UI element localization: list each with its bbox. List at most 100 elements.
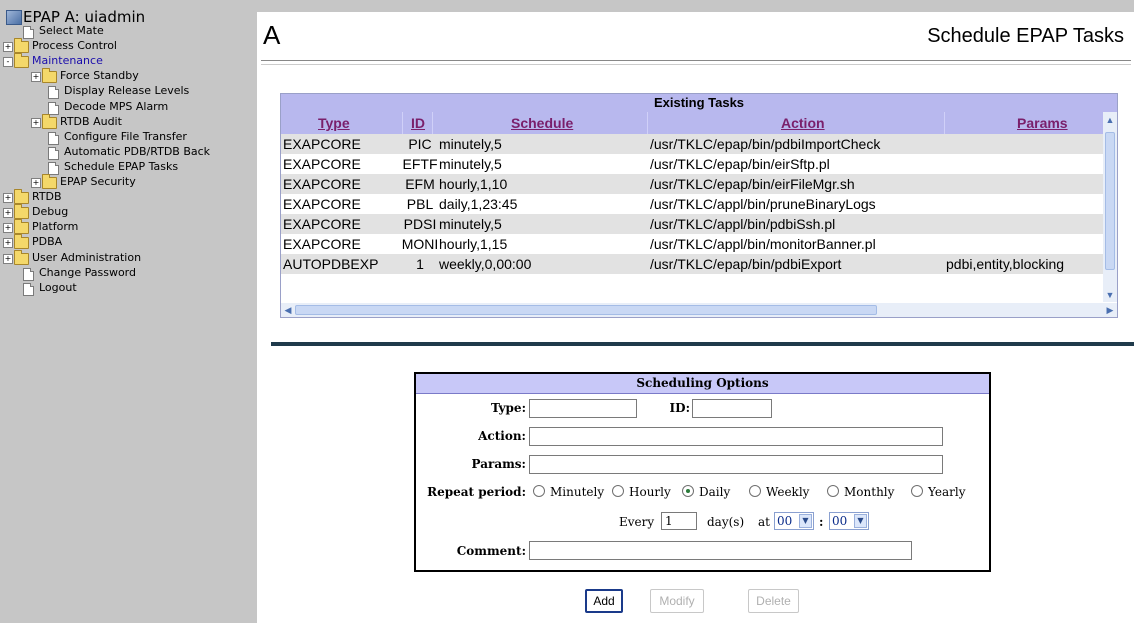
sidebar-item-label: Automatic PDB/RTDB Back <box>64 144 211 158</box>
minute-select[interactable]: 00 ▼ <box>829 512 869 530</box>
sidebar-item-label: RTDB Audit <box>60 114 122 128</box>
expand-icon[interactable]: + <box>3 208 13 219</box>
column-header-type[interactable]: Type <box>318 115 350 131</box>
sidebar-item-maintenance[interactable]: - Maintenance <box>0 53 257 69</box>
at-label: at <box>758 515 770 529</box>
sidebar-item-force-standby[interactable]: + Force Standby <box>0 68 257 84</box>
type-input[interactable] <box>529 399 637 418</box>
hour-select[interactable]: 00 ▼ <box>774 512 814 530</box>
sidebar-item-rtdb-audit[interactable]: + RTDB Audit <box>0 113 257 129</box>
sidebar-item-process-control[interactable]: + Process Control <box>0 38 257 54</box>
radio-circle-icon[interactable] <box>533 485 545 497</box>
sidebar-item-user-administration[interactable]: + User Administration <box>0 249 257 265</box>
radio-label: Monthly <box>844 485 895 499</box>
column-header-schedule[interactable]: Schedule <box>511 115 573 131</box>
cell-type: EXAPCORE <box>283 136 361 152</box>
column-separator <box>432 112 433 134</box>
radio-circle-icon[interactable] <box>749 485 761 497</box>
chevron-down-icon[interactable]: ▼ <box>799 514 812 528</box>
scheduling-options-title: Scheduling Options <box>416 374 989 394</box>
cell-schedule: minutely,5 <box>439 136 502 152</box>
cell-type: EXAPCORE <box>283 176 361 192</box>
scroll-left-icon[interactable]: ◀ <box>281 305 295 316</box>
table-row[interactable]: EXAPCORE EFM hourly,1,10/usr/TKLC/epap/bin… <box>281 174 1110 194</box>
scroll-up-icon[interactable]: ▲ <box>1103 115 1117 125</box>
table-row[interactable]: EXAPCORE PIC minutely,5/usr/TKLC/epap/bin/… <box>281 134 1110 154</box>
expand-icon[interactable]: + <box>3 238 13 249</box>
table-row[interactable]: EXAPCORE PBL daily,1,23:45/usr/TKLC/appl/b… <box>281 194 1110 214</box>
cell-action: /usr/TKLC/epap/bin/eirSftp.pl <box>650 156 830 172</box>
radio-circle-icon[interactable] <box>827 485 839 497</box>
sidebar-item-platform[interactable]: + Platform <box>0 219 257 235</box>
folder-icon <box>14 204 29 220</box>
type-label: Type: <box>490 401 526 415</box>
epap-letter: A <box>263 20 281 50</box>
collapse-icon[interactable]: - <box>3 57 13 68</box>
expand-icon[interactable]: + <box>3 42 13 53</box>
every-input[interactable] <box>661 512 697 530</box>
expand-icon[interactable]: + <box>3 253 13 264</box>
folder-icon <box>42 68 57 84</box>
sidebar-item-configure-file-transfer[interactable]: Configure File Transfer <box>0 130 257 145</box>
radio-monthly[interactable]: Monthly <box>827 485 894 499</box>
expand-icon[interactable]: + <box>3 193 13 204</box>
id-input[interactable] <box>692 399 772 418</box>
radio-label: Weekly <box>766 485 810 499</box>
vertical-scrollbar[interactable]: ▲ ▼ <box>1103 112 1117 302</box>
comment-input[interactable] <box>529 541 912 560</box>
radio-daily[interactable]: Daily <box>682 485 730 499</box>
folder-icon <box>42 113 57 129</box>
cell-action: /usr/TKLC/appl/bin/monitorBanner.pl <box>650 236 876 252</box>
radio-circle-icon[interactable] <box>911 485 923 497</box>
chevron-down-icon[interactable]: ▼ <box>854 514 867 528</box>
sidebar-item-schedule-epap-tasks[interactable]: Schedule EPAP Tasks <box>0 160 257 175</box>
cell-id: PIC <box>408 136 432 152</box>
expand-icon[interactable]: + <box>31 117 41 128</box>
radio-weekly[interactable]: Weekly <box>749 485 809 499</box>
table-row[interactable]: EXAPCORE EFTF minutely,5/usr/TKLC/epap/bin… <box>281 154 1110 174</box>
folder-icon <box>42 174 57 189</box>
scroll-down-icon[interactable]: ▼ <box>1103 290 1117 300</box>
sidebar-item-select-mate[interactable]: Select Mate <box>0 24 257 39</box>
table-row[interactable]: EXAPCORE MONI hourly,1,15/usr/TKLC/appl/bi… <box>281 234 1110 254</box>
sidebar-item-rtdb[interactable]: + RTDB <box>0 189 257 205</box>
horizontal-scrollbar[interactable]: ◀ ▶ <box>281 303 1117 317</box>
column-header-id[interactable]: ID <box>411 115 425 131</box>
sidebar-item-display-release-levels[interactable]: Display Release Levels <box>0 84 257 100</box>
sidebar-item-decode-mps-alarm[interactable]: Decode MPS Alarm <box>0 100 257 115</box>
scroll-right-icon[interactable]: ▶ <box>1103 305 1117 316</box>
params-input[interactable] <box>529 455 943 474</box>
expand-icon[interactable]: + <box>3 223 13 234</box>
radio-circle-icon[interactable] <box>682 485 694 497</box>
sidebar-item-pdba[interactable]: + PDBA <box>0 234 257 250</box>
column-header-action[interactable]: Action <box>781 115 825 131</box>
radio-circle-icon[interactable] <box>612 485 624 497</box>
vertical-scroll-thumb[interactable] <box>1105 132 1115 270</box>
expand-icon[interactable]: + <box>31 178 41 188</box>
modify-button[interactable]: Modify <box>650 589 704 613</box>
sidebar-item-label: RTDB <box>32 190 62 204</box>
sidebar-item-logout[interactable]: Logout <box>0 281 257 296</box>
add-button[interactable]: Add <box>585 589 623 613</box>
params-label: Params: <box>471 457 526 471</box>
column-separator <box>402 112 403 134</box>
cell-id: PBL <box>406 196 434 212</box>
sidebar-item-debug[interactable]: + Debug <box>0 204 257 220</box>
radio-hourly[interactable]: Hourly <box>612 485 671 499</box>
sidebar-item-change-password[interactable]: Change Password <box>0 266 257 281</box>
expand-icon[interactable]: + <box>31 72 41 83</box>
page-icon <box>48 161 59 175</box>
sidebar-item-epap-security[interactable]: + EPAP Security <box>0 174 257 189</box>
delete-button[interactable]: Delete <box>748 589 799 613</box>
table-row[interactable]: EXAPCORE PDSI minutely,5/usr/TKLC/appl/bin… <box>281 214 1110 234</box>
sidebar-item-automatic-pdb-rtdb-back[interactable]: Automatic PDB/RTDB Back <box>0 144 257 160</box>
column-header-params[interactable]: Params <box>1017 115 1068 131</box>
radio-yearly[interactable]: Yearly <box>911 485 966 499</box>
horizontal-scroll-thumb[interactable] <box>295 305 877 315</box>
folder-icon <box>14 249 29 265</box>
radio-minutely[interactable]: Minutely <box>533 485 604 499</box>
cell-schedule: hourly,1,15 <box>439 236 508 252</box>
action-input[interactable] <box>529 427 943 446</box>
cell-schedule: hourly,1,10 <box>439 176 508 192</box>
table-row[interactable]: AUTOPDBEXP 1 weekly,0,00:00/usr/TKLC/epap/… <box>281 254 1110 274</box>
